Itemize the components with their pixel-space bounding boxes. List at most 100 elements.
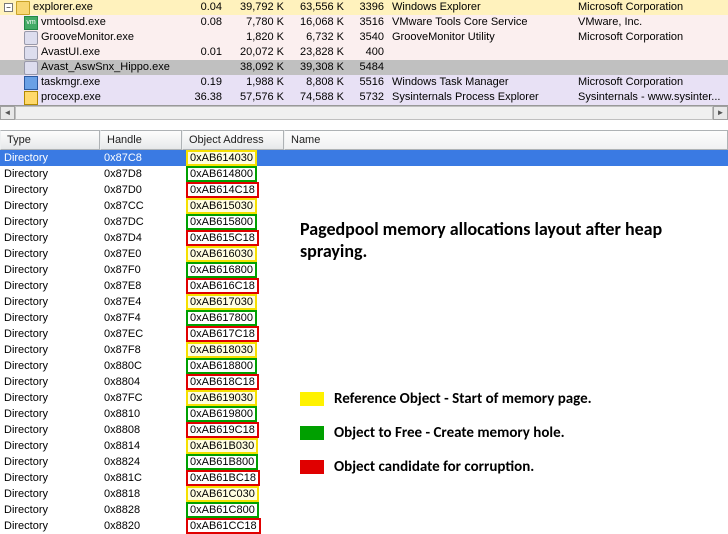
- handle-row[interactable]: Directory0x88200xAB61CC18: [0, 518, 728, 534]
- address-marker: 0xAB616030: [186, 246, 257, 262]
- col-name[interactable]: Name: [284, 130, 728, 150]
- cell-handle: 0x880C: [100, 358, 182, 374]
- handle-row[interactable]: Directory0x87D80xAB614800: [0, 166, 728, 182]
- process-name: GrooveMonitor.exe: [41, 30, 134, 45]
- handle-row[interactable]: Directory0x87EC0xAB617C18: [0, 326, 728, 342]
- handle-row[interactable]: Directory0x87CC0xAB615030: [0, 198, 728, 214]
- process-row[interactable]: taskmgr.exe0.191,988 K8,808 K5516Windows…: [0, 75, 728, 90]
- handle-row[interactable]: Directory0x87D00xAB614C18: [0, 182, 728, 198]
- cell-type: Directory: [0, 502, 100, 518]
- cell-comp: VMware, Inc.: [578, 15, 728, 30]
- handle-row[interactable]: Directory0x88280xAB61C800: [0, 502, 728, 518]
- cell-type: Directory: [0, 422, 100, 438]
- process-row[interactable]: procexp.exe36.3857,576 K74,588 K5732Sysi…: [0, 90, 728, 105]
- cell-address: 0xAB61CC18: [182, 518, 284, 534]
- cell-address: 0xAB618C18: [182, 374, 284, 390]
- cell-address: 0xAB61BC18: [182, 470, 284, 486]
- address-marker: 0xAB614C18: [186, 182, 259, 198]
- address-marker: 0xAB614030: [186, 150, 257, 166]
- handle-row[interactable]: Directory0x88180xAB61C030: [0, 486, 728, 502]
- cell-type: Directory: [0, 470, 100, 486]
- cell-type: Directory: [0, 406, 100, 422]
- address-marker: 0xAB61C800: [186, 502, 259, 518]
- cell-handle: 0x8814: [100, 438, 182, 454]
- address-marker: 0xAB617800: [186, 310, 257, 326]
- cell-type: Directory: [0, 310, 100, 326]
- scroll-left-icon[interactable]: ◄: [0, 106, 15, 120]
- handle-row[interactable]: Directory0x88040xAB618C18: [0, 374, 728, 390]
- address-marker: 0xAB618C18: [186, 374, 259, 390]
- cell-handle: 0x881C: [100, 470, 182, 486]
- cell-type: Directory: [0, 246, 100, 262]
- cell-handle: 0x87E0: [100, 246, 182, 262]
- cell-desc: GrooveMonitor Utility: [388, 30, 578, 45]
- cell-handle: 0x87F4: [100, 310, 182, 326]
- handle-row[interactable]: Directory0x87F40xAB617800: [0, 310, 728, 326]
- address-marker: 0xAB619030: [186, 390, 257, 406]
- cell-ws: 74,588 K: [290, 90, 350, 105]
- col-object-address[interactable]: Object Address: [182, 130, 284, 150]
- address-marker: 0xAB617C18: [186, 326, 259, 342]
- address-marker: 0xAB615C18: [186, 230, 259, 246]
- tree-expander-icon[interactable]: −: [4, 3, 13, 12]
- process-row[interactable]: vmvmtoolsd.exe0.087,780 K16,068 K3516VMw…: [0, 15, 728, 30]
- process-icon: [24, 76, 38, 90]
- swatch-red-icon: [300, 460, 324, 474]
- process-row[interactable]: −explorer.exe0.0439,792 K63,556 K3396Win…: [0, 0, 728, 15]
- legend-reference: Reference Object - Start of memory page.: [300, 390, 592, 408]
- cell-priv: 7,780 K: [230, 15, 290, 30]
- process-icon: [24, 61, 38, 75]
- handle-row[interactable]: Directory0x87F00xAB616800: [0, 262, 728, 278]
- cell-type: Directory: [0, 166, 100, 182]
- address-marker: 0xAB617030: [186, 294, 257, 310]
- handle-row[interactable]: Directory0x87E40xAB617030: [0, 294, 728, 310]
- cell-type: Directory: [0, 326, 100, 342]
- address-marker: 0xAB61B030: [186, 438, 258, 454]
- cell-pid: 400: [350, 45, 388, 60]
- cell-address: 0xAB618030: [182, 342, 284, 358]
- cell-address: 0xAB61C800: [182, 502, 284, 518]
- handle-row[interactable]: Directory0x87F80xAB618030: [0, 342, 728, 358]
- process-name: Avast_AswSnx_Hippo.exe: [41, 60, 170, 75]
- handle-row[interactable]: Directory0x87E80xAB616C18: [0, 278, 728, 294]
- scroll-right-icon[interactable]: ►: [713, 106, 728, 120]
- cell-address: 0xAB617800: [182, 310, 284, 326]
- cell-type: Directory: [0, 486, 100, 502]
- scroll-track[interactable]: [15, 106, 713, 120]
- process-row[interactable]: AvastUI.exe0.0120,072 K23,828 K400: [0, 45, 728, 60]
- cell-comp: Microsoft Corporation: [578, 75, 728, 90]
- cell-type: Directory: [0, 454, 100, 470]
- cell-address: 0xAB619C18: [182, 422, 284, 438]
- cell-handle: 0x87CC: [100, 198, 182, 214]
- handle-row[interactable]: Directory0x880C0xAB618800: [0, 358, 728, 374]
- cell-handle: 0x8818: [100, 486, 182, 502]
- cell-handle: 0x8808: [100, 422, 182, 438]
- hscrollbar[interactable]: ◄ ►: [0, 106, 728, 120]
- cell-priv: 1,988 K: [230, 75, 290, 90]
- process-row[interactable]: Avast_AswSnx_Hippo.exe 38,092 K39,308 K54…: [0, 60, 728, 75]
- cell-handle: 0x87E8: [100, 278, 182, 294]
- cell-priv: 38,092 K: [230, 60, 290, 75]
- cell-type: Directory: [0, 518, 100, 534]
- cell-address: 0xAB615C18: [182, 230, 284, 246]
- cell-ws: 39,308 K: [290, 60, 350, 75]
- legend-free: Object to Free - Create memory hole.: [300, 424, 565, 442]
- cell-handle: 0x87D8: [100, 166, 182, 182]
- cell-type: Directory: [0, 150, 100, 166]
- process-row[interactable]: GrooveMonitor.exe1,820 K6,732 K3540Groov…: [0, 30, 728, 45]
- cell-address: 0xAB619030: [182, 390, 284, 406]
- col-type[interactable]: Type: [0, 130, 100, 150]
- cell-pid: 5484: [350, 60, 388, 75]
- cell-pid: 5732: [350, 90, 388, 105]
- address-marker: 0xAB619800: [186, 406, 257, 422]
- cell-handle: 0x8804: [100, 374, 182, 390]
- cell-address: 0xAB61B800: [182, 454, 284, 470]
- col-handle[interactable]: Handle: [100, 130, 182, 150]
- cell-handle: 0x8824: [100, 454, 182, 470]
- cell-handle: 0x87EC: [100, 326, 182, 342]
- cell-ws: 63,556 K: [290, 0, 350, 15]
- handle-row[interactable]: Directory0x88100xAB619800: [0, 406, 728, 422]
- cell-priv: 20,072 K: [230, 45, 290, 60]
- cell-handle: 0x87E4: [100, 294, 182, 310]
- handle-row[interactable]: Directory0x87C80xAB614030: [0, 150, 728, 166]
